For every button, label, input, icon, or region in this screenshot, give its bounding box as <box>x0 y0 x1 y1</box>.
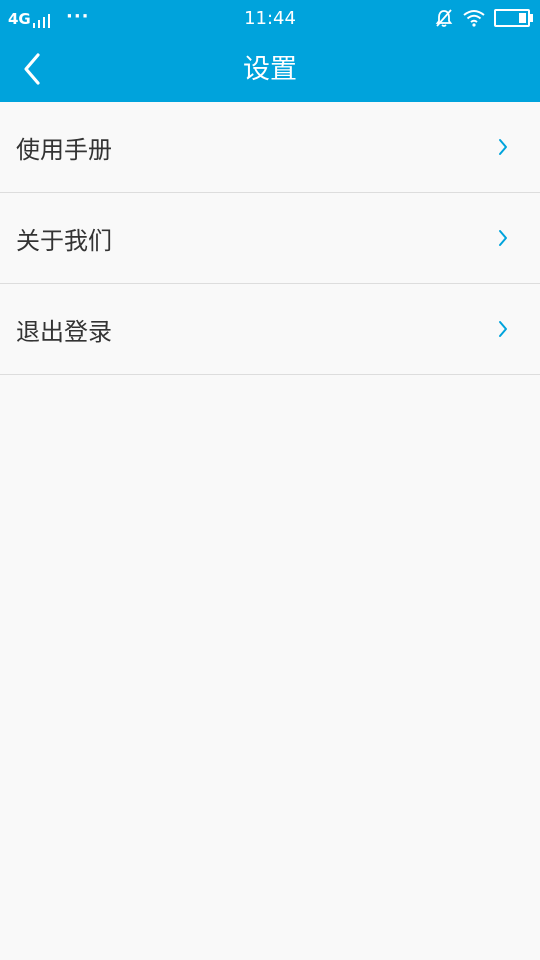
menu-item-label: 使用手册 <box>16 135 112 164</box>
menu-item-logout[interactable]: 退出登录 <box>0 284 540 375</box>
battery-icon <box>494 9 533 27</box>
menu-item-user-manual[interactable]: 使用手册 <box>0 102 540 193</box>
menu-item-label: 关于我们 <box>16 226 112 255</box>
chevron-right-icon <box>499 139 507 155</box>
chevron-right-icon <box>499 230 507 246</box>
chevron-right-icon <box>499 321 507 337</box>
mute-bell-icon <box>434 8 454 28</box>
status-bar: 4G ··· 11:44 <box>0 0 540 38</box>
wifi-icon <box>462 9 486 27</box>
page-title: 设置 <box>243 54 297 85</box>
menu-item-about-us[interactable]: 关于我们 <box>0 193 540 284</box>
status-icons <box>434 8 533 28</box>
app-header: 4G ··· 11:44 设置 <box>0 0 540 102</box>
settings-menu: 使用手册 关于我们 退出登录 <box>0 102 540 375</box>
menu-item-label: 退出登录 <box>16 317 112 346</box>
